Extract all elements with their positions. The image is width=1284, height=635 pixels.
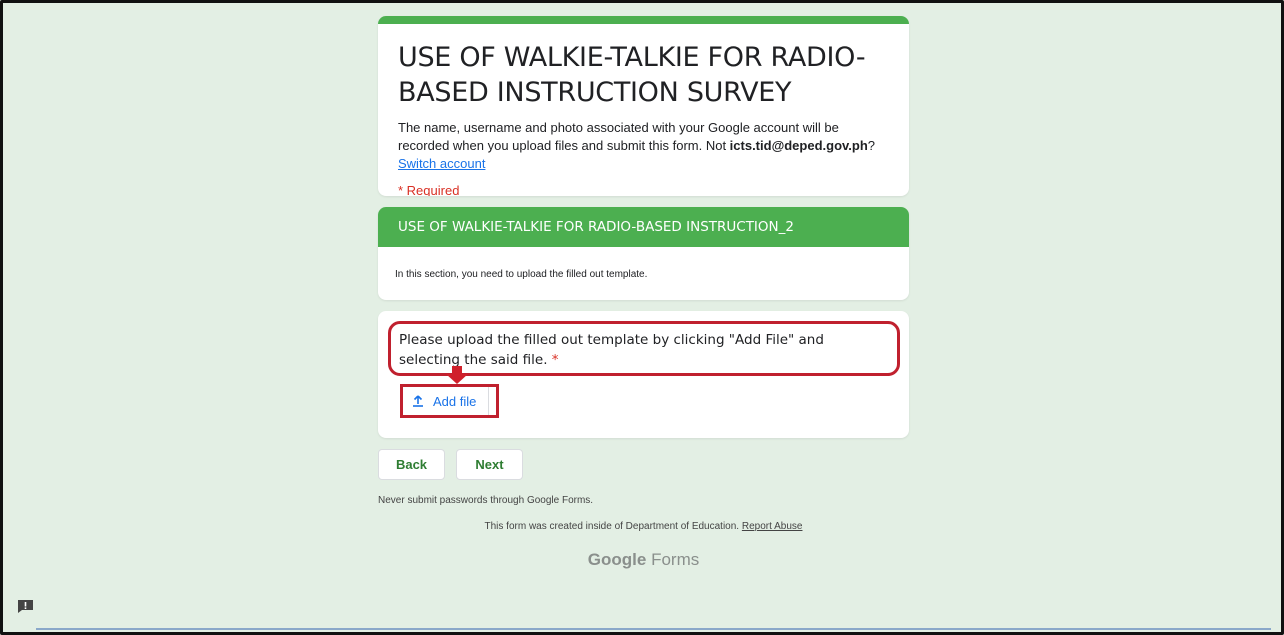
question-card: Please upload the filled out template by… — [378, 311, 909, 438]
section-card: USE OF WALKIE-TALKIE FOR RADIO-BASED INS… — [378, 207, 909, 300]
section-description: In this section, you need to upload the … — [395, 269, 648, 280]
form-description: The name, username and photo associated … — [378, 110, 909, 173]
brand-forms: Forms — [651, 550, 700, 569]
created-notice: This form was created inside of Departme… — [378, 521, 909, 532]
feedback-icon[interactable] — [17, 599, 34, 614]
description-suffix: ? — [867, 138, 876, 153]
question-label: Please upload the filled out template by… — [399, 332, 824, 368]
account-email: icts.tid@deped.gov.ph — [729, 138, 868, 153]
bottom-divider — [36, 628, 1271, 630]
next-button[interactable]: Next — [456, 449, 523, 480]
switch-account-link[interactable]: Switch account — [398, 156, 485, 171]
add-file-button[interactable]: Add file — [403, 387, 489, 415]
google-forms-logo[interactable]: Google Forms — [378, 550, 909, 570]
required-note: * Required — [398, 183, 460, 196]
report-abuse-link[interactable]: Report Abuse — [742, 521, 803, 532]
upload-icon — [413, 395, 423, 407]
brand-google: Google — [587, 550, 647, 569]
section-title: USE OF WALKIE-TALKIE FOR RADIO-BASED INS… — [378, 207, 909, 247]
password-warning: Never submit passwords through Google Fo… — [378, 495, 594, 506]
annotation-arrow-head — [446, 374, 468, 384]
add-file-label: Add file — [433, 393, 477, 409]
header-accent-bar — [378, 16, 909, 24]
created-text: This form was created inside of Departme… — [484, 521, 740, 532]
question-text: Please upload the filled out template by… — [399, 330, 889, 370]
back-button[interactable]: Back — [378, 449, 445, 480]
form-header-card: USE OF WALKIE-TALKIE FOR RADIO-BASED INS… — [378, 16, 909, 196]
form-title: USE OF WALKIE-TALKIE FOR RADIO-BASED INS… — [398, 42, 866, 108]
required-asterisk: * — [551, 352, 559, 368]
